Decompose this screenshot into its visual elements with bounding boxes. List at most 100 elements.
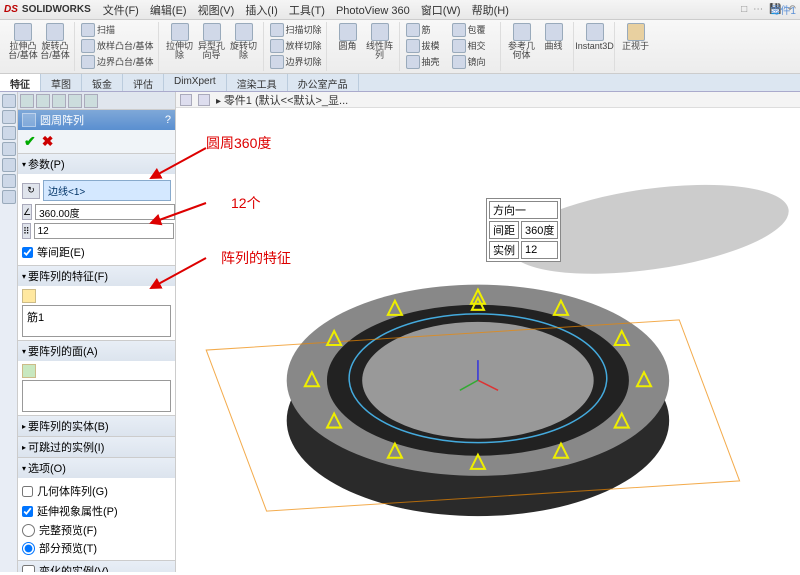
boundary-cut-button[interactable]: 边界切除 (270, 55, 322, 69)
boundary-button[interactable]: 边界凸台/基体 (81, 55, 154, 69)
rib-button[interactable]: 筋 (406, 23, 431, 37)
ok-button[interactable]: ✔ (24, 133, 36, 150)
vary-header[interactable]: 变化的实例(V) (18, 561, 175, 572)
menu-help[interactable]: 帮助(H) (472, 5, 509, 17)
menu-insert[interactable]: 插入(I) (245, 5, 277, 17)
features-header[interactable]: ▾要阵列的特征(F) (18, 266, 175, 286)
faces-header[interactable]: ▾要阵列的面(A) (18, 341, 175, 361)
ribbon-group-instant3d: Instant3D (576, 22, 615, 71)
list-item[interactable]: 筋1 (25, 308, 168, 326)
count-input[interactable] (34, 223, 174, 239)
panel-tab-feature-tree-icon[interactable] (20, 94, 34, 108)
mirror-button[interactable]: 镜向 (452, 55, 486, 69)
left-tool-6[interactable] (2, 174, 16, 188)
qat-new-icon[interactable]: □ (741, 4, 747, 15)
section-skip: ▸可跳过的实例(I) (18, 437, 175, 458)
menu-window[interactable]: 窗口(W) (421, 5, 461, 17)
wrap-icon (452, 23, 466, 37)
geom-pattern-checkbox[interactable] (22, 486, 33, 497)
help-icon[interactable]: ? (165, 114, 171, 126)
tab-dimxpert[interactable]: DimXpert (164, 74, 227, 91)
viewport[interactable]: ▸ 零件1 (默认<<默认>_显... (176, 92, 800, 572)
vp-tool-icon[interactable] (198, 94, 210, 106)
sweep-cut-button[interactable]: 扫描切除 (270, 23, 322, 37)
options-header[interactable]: ▾选项(O) (18, 458, 175, 478)
left-tool-3[interactable] (2, 126, 16, 140)
panel-tab-property-icon[interactable] (36, 94, 50, 108)
menu-tools[interactable]: 工具(T) (289, 5, 325, 17)
loft-button[interactable]: 放样凸台/基体 (81, 39, 154, 53)
shell-button[interactable]: 抽壳 (406, 55, 440, 69)
3d-canvas[interactable]: 方向一 间距360度 实例12 圆周360度 12个 阵列的特征 (176, 108, 800, 572)
breadcrumb[interactable]: ▸ 零件1 (默认<<默认>_显... (216, 92, 348, 108)
tab-sketch[interactable]: 草图 (41, 74, 82, 91)
angle-input[interactable] (35, 204, 175, 220)
tab-office[interactable]: 办公室产品 (288, 74, 359, 91)
ribbon-group-boss2: 扫描 放样凸台/基体 边界凸台/基体 (77, 22, 159, 71)
intersect-button[interactable]: 相交 (452, 39, 486, 53)
fillet-button[interactable]: 圆角 (333, 23, 363, 60)
cancel-button[interactable]: ✖ (42, 133, 54, 150)
axis-selection[interactable]: 边线<1> (43, 180, 171, 201)
command-tabs: 特征 草图 钣金 评估 DimXpert 渲染工具 办公室产品 (0, 74, 800, 92)
tab-render[interactable]: 渲染工具 (227, 74, 288, 91)
count-icon: ⠿ (22, 223, 31, 239)
callout-header: 方向一 (489, 201, 558, 219)
panel-tab-display-icon[interactable] (84, 94, 98, 108)
pattern-icon (371, 23, 389, 41)
ref-geom-button[interactable]: 参考几何体 (507, 23, 537, 60)
partial-preview-radio[interactable] (22, 542, 35, 555)
wrap-button[interactable]: 包覆 (452, 23, 486, 37)
tab-sheetmetal[interactable]: 钣金 (82, 74, 123, 91)
linear-pattern-button[interactable]: 线性阵列 (365, 23, 395, 60)
instant3d-button[interactable]: Instant3D (580, 23, 610, 51)
revolve-cut-button[interactable]: 旋转切除 (229, 23, 259, 60)
params-header[interactable]: ▾参数(P) (18, 154, 175, 174)
sweep-button[interactable]: 扫描 (81, 23, 115, 37)
section-bodies: ▸要阵列的实体(B) (18, 416, 175, 437)
vary-checkbox[interactable] (22, 565, 35, 573)
extrude-boss-button[interactable]: 拉伸凸台/基体 (8, 23, 38, 60)
faces-listbox[interactable] (22, 380, 171, 412)
intersect-icon (452, 39, 466, 53)
qat-open-icon[interactable]: ⋯ (753, 4, 763, 15)
extrude-icon (14, 23, 32, 41)
left-tool-2[interactable] (2, 110, 16, 124)
left-tool-5[interactable] (2, 158, 16, 172)
panel-tab-dimxpert-icon[interactable] (68, 94, 82, 108)
fillet-icon (339, 23, 357, 41)
left-tool-4[interactable] (2, 142, 16, 156)
propagate-checkbox[interactable] (22, 506, 33, 517)
normal-to-button[interactable]: 正视于 (621, 23, 651, 51)
equal-spacing-checkbox[interactable] (22, 247, 33, 258)
curves-button[interactable]: 曲线 (539, 23, 569, 60)
curves-icon (545, 23, 563, 41)
left-tool-7[interactable] (2, 190, 16, 204)
panel-tab-config-icon[interactable] (52, 94, 66, 108)
ribbon-group-normalto: 正视于 (617, 22, 655, 71)
full-preview-radio[interactable] (22, 524, 35, 537)
tab-features[interactable]: 特征 (0, 74, 41, 91)
vp-tool-icon[interactable] (180, 94, 192, 106)
document-tab[interactable]: 零件1 (770, 2, 796, 17)
tab-evaluate[interactable]: 评估 (123, 74, 164, 91)
axis-icon: ↻ (22, 183, 40, 199)
hole-wizard-button[interactable]: 异型孔向导 (197, 23, 227, 60)
skip-header[interactable]: ▸可跳过的实例(I) (18, 437, 175, 457)
viewport-toolbar: ▸ 零件1 (默认<<默认>_显... (176, 92, 800, 108)
bodies-header[interactable]: ▸要阵列的实体(B) (18, 416, 175, 436)
boundary-cut-icon (270, 55, 284, 69)
extrude-cut-button[interactable]: 拉伸切除 (165, 23, 195, 60)
features-listbox[interactable]: 筋1 (22, 305, 171, 337)
left-tool-1[interactable] (2, 94, 16, 108)
menu-file[interactable]: 文件(F) (103, 5, 139, 17)
draft-button[interactable]: 拔模 (406, 39, 440, 53)
loft-cut-button[interactable]: 放样切除 (270, 39, 322, 53)
menu-edit[interactable]: 编辑(E) (150, 5, 187, 17)
section-parameters: ▾参数(P) ↻ 边线<1> ∠ ▲▼ ⠿ ▲▼ 等间距(E) (18, 154, 175, 266)
dimension-callout[interactable]: 方向一 间距360度 实例12 (486, 198, 561, 262)
menu-view[interactable]: 视图(V) (198, 5, 235, 17)
menu-photoview[interactable]: PhotoView 360 (336, 5, 410, 17)
revolve-boss-button[interactable]: 旋转凸台/基体 (40, 23, 70, 60)
revolve-cut-icon (235, 23, 253, 41)
